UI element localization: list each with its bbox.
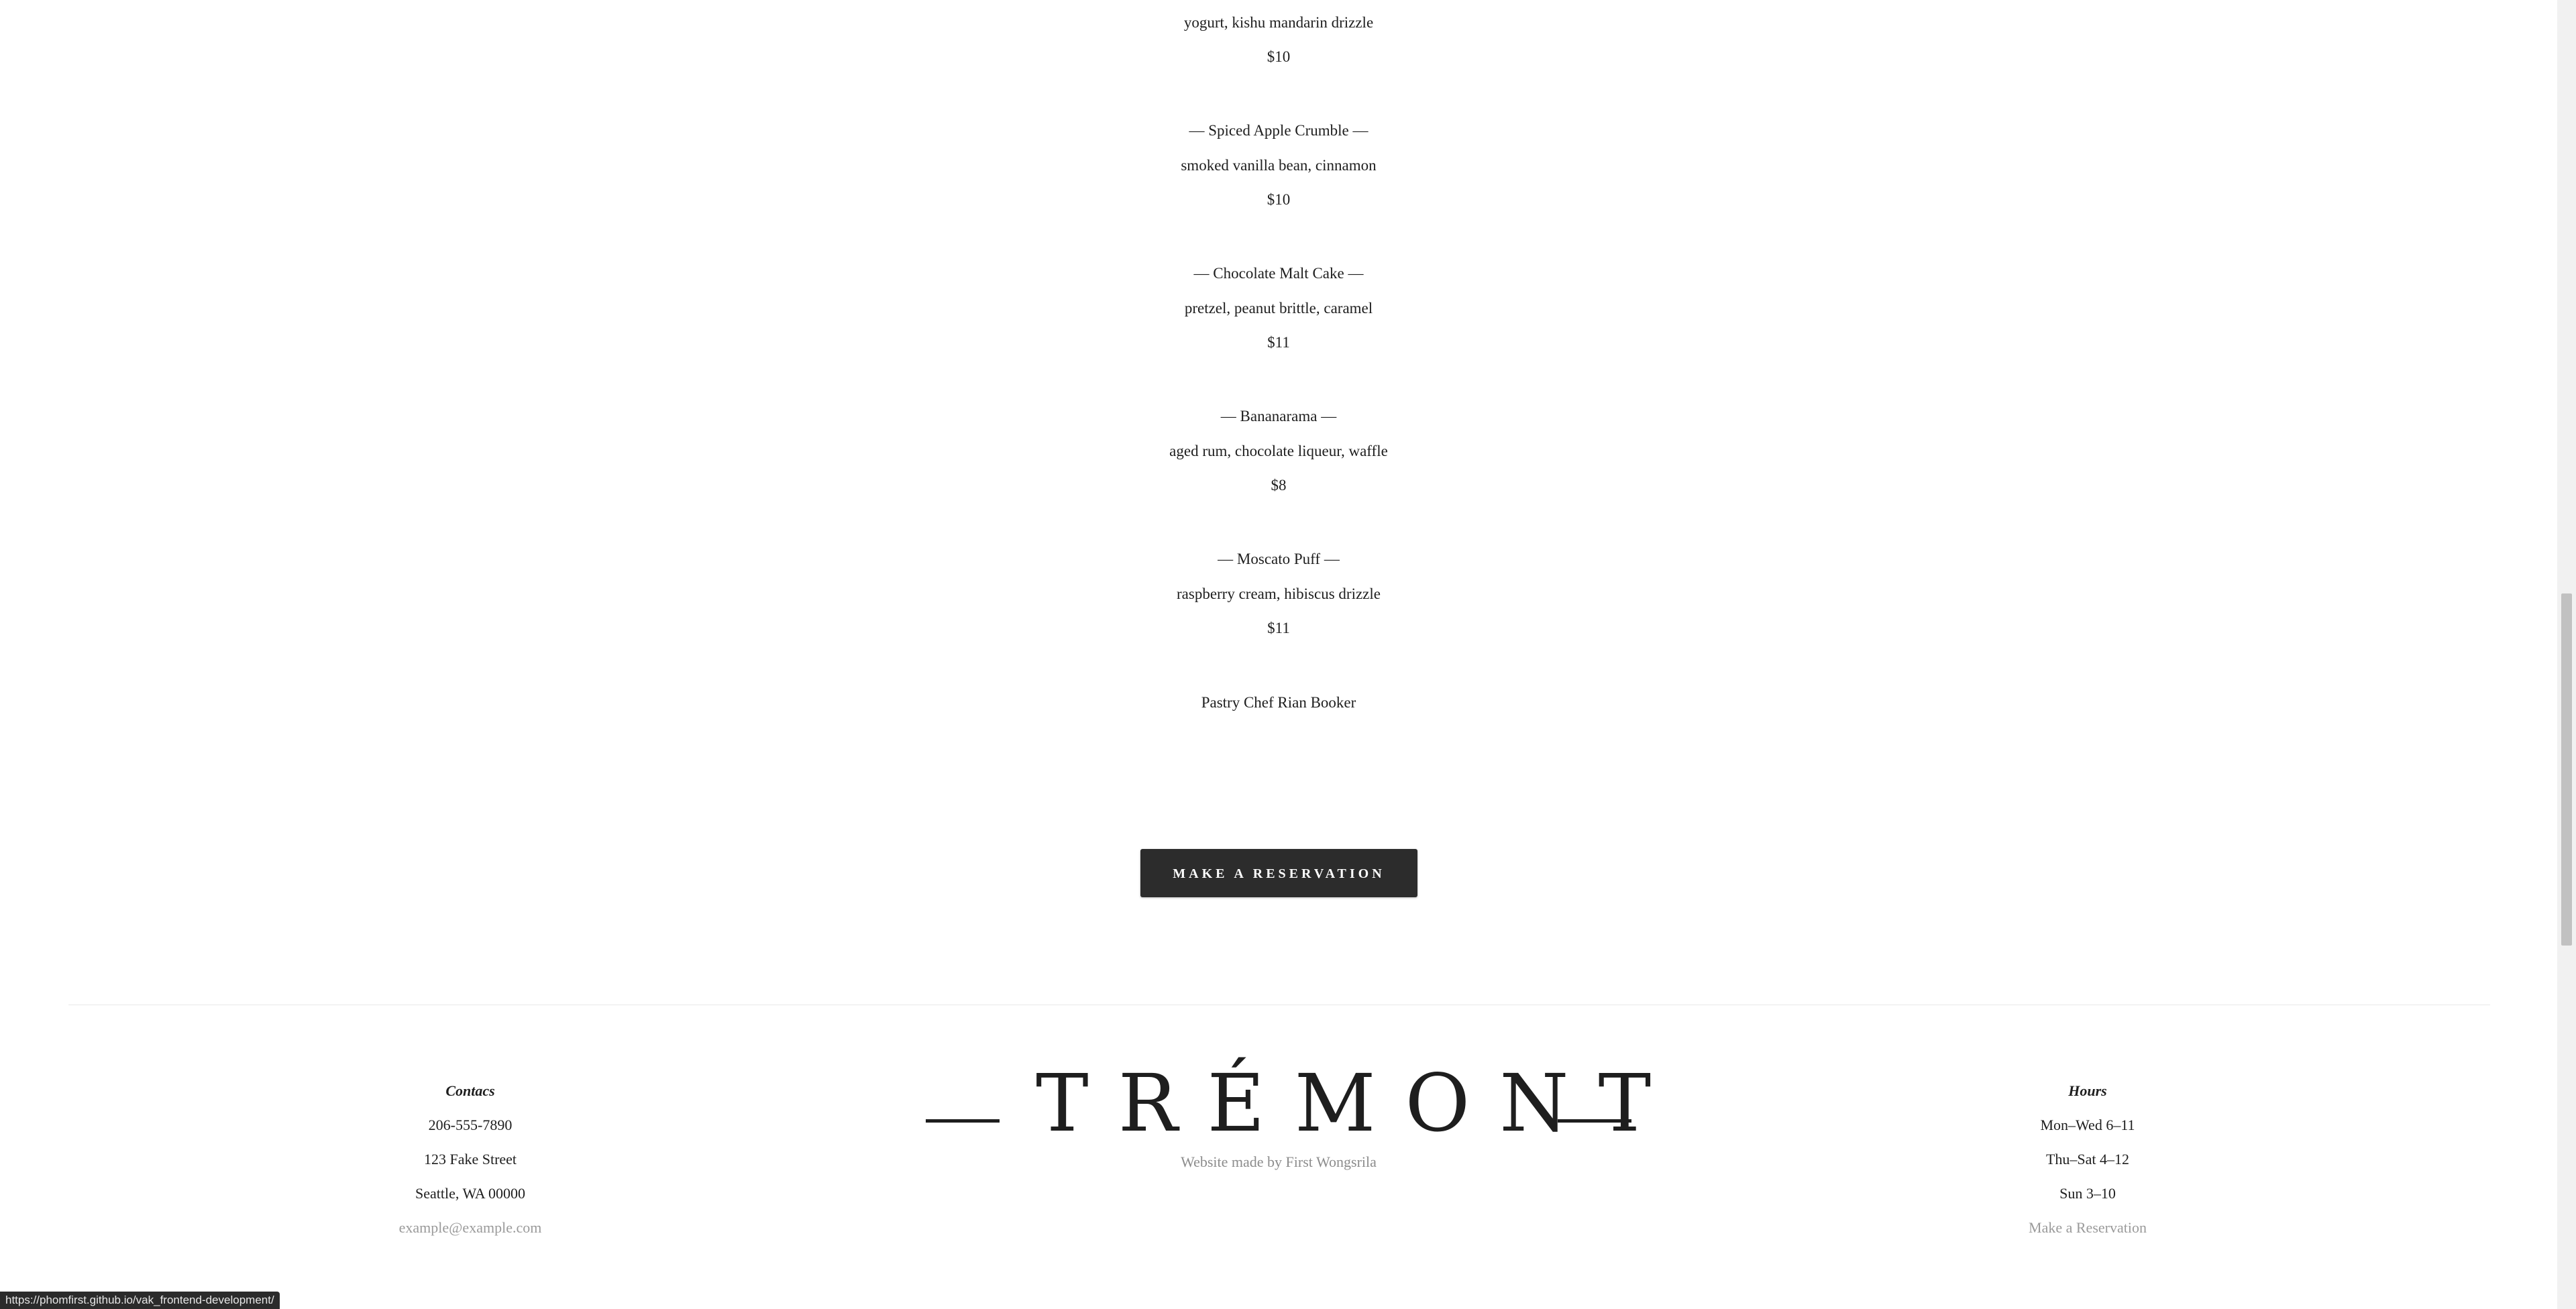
menu-item-price: $10 [1267, 191, 1291, 208]
footer-hours: Hours Mon–Wed 6–11 Thu–Sat 4–12 Sun 3–10… [1920, 1081, 2255, 1238]
menu-item-price: $11 [1267, 620, 1290, 636]
contact-phone: 206-555-7890 [428, 1117, 513, 1133]
page: yogurt, kishu mandarin drizzle $10 — Spi… [0, 0, 2576, 1309]
contact-street: 123 Fake Street [423, 1151, 517, 1168]
footer-logo: TRÉMONT [926, 1057, 1681, 1149]
logo-rule-left [926, 1119, 1000, 1123]
logo-text: TRÉMONT [1036, 1057, 1681, 1149]
hours-line: Mon–Wed 6–11 [2040, 1117, 2135, 1133]
menu-item-description: yogurt, kishu mandarin drizzle [1183, 14, 1374, 31]
pastry-chef-credit: Pastry Chef Rian Booker [1201, 694, 1356, 711]
footer-reservation-link[interactable]: Make a Reservation [1920, 1218, 2255, 1238]
status-bar-url: https://phomfirst.github.io/vak_frontend… [0, 1292, 280, 1309]
menu-item-price: $11 [1267, 334, 1290, 351]
menu-item-description: aged rum, chocolate liqueur, waffle [1169, 443, 1388, 459]
make-reservation-button[interactable]: MAKE A RESERVATION [1140, 849, 1417, 897]
menu-item-price: $10 [1267, 48, 1291, 65]
menu-item-name: — Chocolate Malt Cake — [1193, 265, 1364, 282]
hours-line: Sun 3–10 [2059, 1185, 2116, 1202]
page-scrollbar[interactable] [2557, 0, 2576, 1309]
hours-line: Thu–Sat 4–12 [2045, 1151, 2130, 1168]
footer-contacts: Contacs 206-555-7890 123 Fake Street Sea… [303, 1081, 638, 1238]
menu-item-description: raspberry cream, hibiscus drizzle [1177, 585, 1381, 602]
contacts-heading: Contacs [445, 1082, 495, 1099]
hours-heading: Hours [2068, 1082, 2107, 1099]
contact-city: Seattle, WA 00000 [415, 1185, 525, 1202]
menu-item-name: — Bananarama — [1220, 408, 1337, 424]
menu-item-price: $8 [1271, 477, 1287, 494]
menu-item-description: pretzel, peanut brittle, caramel [1184, 300, 1373, 317]
menu-item-name: — Spiced Apple Crumble — [1189, 122, 1368, 139]
menu-item-name: — Moscato Puff — [1218, 551, 1340, 567]
scrollbar-thumb[interactable] [2561, 593, 2572, 946]
logo-rule-right [1558, 1119, 1631, 1123]
contact-email-link[interactable]: example@example.com [303, 1218, 638, 1238]
site-credit: Website made by First Wongsrila [1181, 1153, 1377, 1170]
menu-item-description: smoked vanilla bean, cinnamon [1181, 157, 1377, 174]
